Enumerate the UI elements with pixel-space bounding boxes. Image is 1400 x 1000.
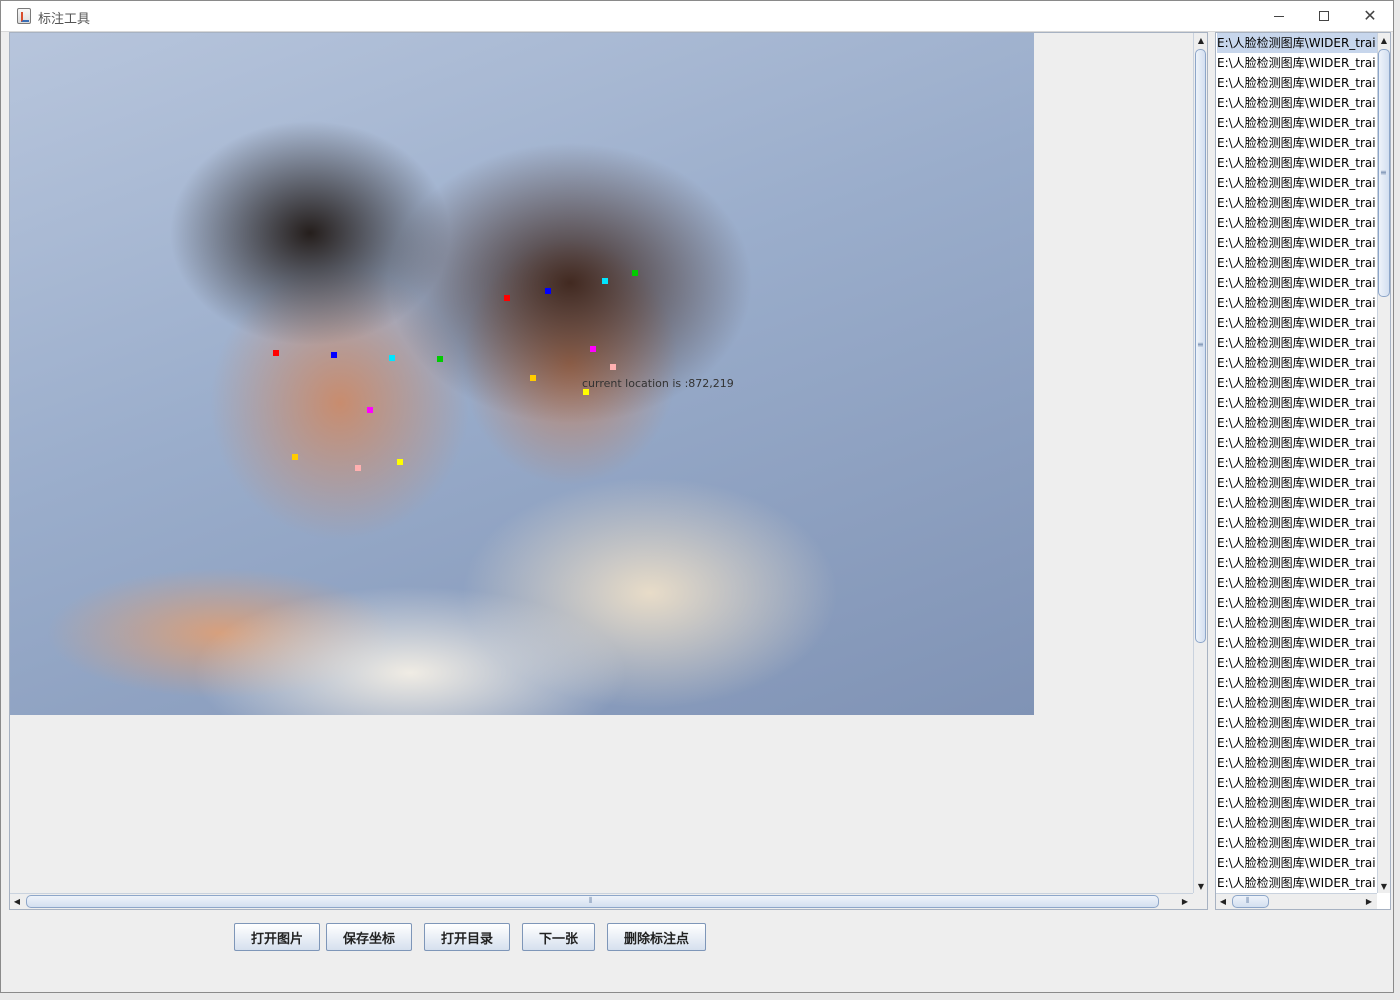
file-list-item[interactable]: E:\人脸检测图库\WIDER_trai xyxy=(1217,713,1377,733)
file-list-item[interactable]: E:\人脸检测图库\WIDER_trai xyxy=(1217,193,1377,213)
close-button[interactable]: ✕ xyxy=(1347,1,1393,31)
landmark-point[interactable] xyxy=(602,278,608,284)
file-list-item[interactable]: E:\人脸检测图库\WIDER_trai xyxy=(1217,533,1377,553)
file-list-item[interactable]: E:\人脸检测图库\WIDER_trai xyxy=(1217,673,1377,693)
file-list-item[interactable]: E:\人脸检测图库\WIDER_trai xyxy=(1217,573,1377,593)
landmark-point[interactable] xyxy=(504,295,510,301)
landmark-point[interactable] xyxy=(437,356,443,362)
file-list-item[interactable]: E:\人脸检测图库\WIDER_trai xyxy=(1217,593,1377,613)
file-list-item[interactable]: E:\人脸检测图库\WIDER_trai xyxy=(1217,373,1377,393)
file-list-item[interactable]: E:\人脸检测图库\WIDER_trai xyxy=(1217,853,1377,873)
open-directory-button[interactable]: 打开目录 xyxy=(424,923,510,951)
file-list-item[interactable]: E:\人脸检测图库\WIDER_trai xyxy=(1217,53,1377,73)
landmark-point[interactable] xyxy=(632,270,638,276)
landmark-point[interactable] xyxy=(355,465,361,471)
landmark-point[interactable] xyxy=(397,459,403,465)
file-list-item[interactable]: E:\人脸检测图库\WIDER_trai xyxy=(1217,33,1377,53)
file-list-item[interactable]: E:\人脸检测图库\WIDER_trai xyxy=(1217,493,1377,513)
file-list-item[interactable]: E:\人脸检测图库\WIDER_trai xyxy=(1217,613,1377,633)
file-list-item[interactable]: E:\人脸检测图库\WIDER_trai xyxy=(1217,553,1377,573)
landmark-point[interactable] xyxy=(590,346,596,352)
file-list-item[interactable]: E:\人脸检测图库\WIDER_trai xyxy=(1217,293,1377,313)
title-bar: 标注工具 ✕ xyxy=(1,1,1393,32)
landmark-point[interactable] xyxy=(367,407,373,413)
annotated-photo[interactable]: current location is :872,219 xyxy=(10,33,1034,715)
cursor-location-label: current location is :872,219 xyxy=(582,377,734,390)
maximize-icon xyxy=(1319,11,1329,21)
window-title: 标注工具 xyxy=(38,12,91,27)
file-list[interactable]: E:\人脸检测图库\WIDER_trai E:\人脸检测图库\WIDER_trai… xyxy=(1215,32,1391,910)
landmark-point[interactable] xyxy=(530,375,536,381)
close-icon: ✕ xyxy=(1363,6,1377,25)
file-list-item[interactable]: E:\人脸检测图库\WIDER_trai xyxy=(1217,513,1377,533)
file-list-item[interactable]: E:\人脸检测图库\WIDER_trai xyxy=(1217,813,1377,833)
file-list-item[interactable]: E:\人脸检测图库\WIDER_trai xyxy=(1217,733,1377,753)
scroll-left-icon[interactable]: ◀ xyxy=(10,894,24,908)
file-list-item[interactable]: E:\人脸检测图库\WIDER_trai xyxy=(1217,433,1377,453)
landmark-point[interactable] xyxy=(583,389,589,395)
open-image-button[interactable]: 打开图片 xyxy=(234,923,320,951)
file-list-item[interactable]: E:\人脸检测图库\WIDER_trai xyxy=(1217,773,1377,793)
minimize-icon xyxy=(1274,15,1284,17)
delete-keypoints-button[interactable]: 删除标注点 xyxy=(607,923,706,951)
file-list-item[interactable]: E:\人脸检测图库\WIDER_trai xyxy=(1217,233,1377,253)
file-list-item[interactable]: E:\人脸检测图库\WIDER_trai xyxy=(1217,393,1377,413)
grip-icon: ⦀ xyxy=(589,896,593,905)
annotation-tool-window: 标注工具 ✕ current location is :872,219 ▲ ≡ … xyxy=(0,0,1394,993)
file-list-item[interactable]: E:\人脸检测图库\WIDER_trai xyxy=(1217,453,1377,473)
file-list-item[interactable]: E:\人脸检测图库\WIDER_trai xyxy=(1217,353,1377,373)
java-app-icon xyxy=(17,8,31,24)
image-vertical-scrollbar[interactable]: ▲ ≡ ▼ xyxy=(1193,33,1207,893)
file-list-item[interactable]: E:\人脸检测图库\WIDER_trai xyxy=(1217,333,1377,353)
landmark-point[interactable] xyxy=(389,355,395,361)
save-coordinates-button[interactable]: 保存坐标 xyxy=(326,923,412,951)
scroll-up-icon[interactable]: ▲ xyxy=(1194,33,1208,47)
image-scroll-pane[interactable]: current location is :872,219 ▲ ≡ ▼ ◀ ⦀ ▶ xyxy=(9,32,1208,910)
file-list-item[interactable]: E:\人脸检测图库\WIDER_trai xyxy=(1217,93,1377,113)
scroll-right-icon[interactable]: ▶ xyxy=(1178,894,1192,908)
file-list-item[interactable]: E:\人脸检测图库\WIDER_trai xyxy=(1217,873,1377,893)
grip-icon: ≡ xyxy=(1197,340,1204,349)
file-list-item[interactable]: E:\人脸检测图库\WIDER_trai xyxy=(1217,693,1377,713)
file-list-item[interactable]: E:\人脸检测图库\WIDER_trai xyxy=(1217,413,1377,433)
scroll-right-icon[interactable]: ▶ xyxy=(1362,894,1376,908)
scroll-down-icon[interactable]: ▼ xyxy=(1378,879,1390,893)
file-list-item[interactable]: E:\人脸检测图库\WIDER_trai xyxy=(1217,753,1377,773)
landmark-point[interactable] xyxy=(273,350,279,356)
next-image-button[interactable]: 下一张 xyxy=(522,923,595,951)
file-list-item[interactable]: E:\人脸检测图库\WIDER_trai xyxy=(1217,313,1377,333)
grip-icon: ≡ xyxy=(1380,168,1387,177)
minimize-button[interactable] xyxy=(1256,1,1302,31)
file-list-item[interactable]: E:\人脸检测图库\WIDER_trai xyxy=(1217,173,1377,193)
landmark-point[interactable] xyxy=(292,454,298,460)
landmark-point[interactable] xyxy=(545,288,551,294)
image-horizontal-scroll-thumb[interactable]: ⦀ xyxy=(26,895,1159,908)
file-list-item[interactable]: E:\人脸检测图库\WIDER_trai xyxy=(1217,633,1377,653)
file-list-item[interactable]: E:\人脸检测图库\WIDER_trai xyxy=(1217,253,1377,273)
file-list-vertical-scrollbar[interactable]: ▲ ≡ ▼ xyxy=(1377,33,1390,893)
file-list-item[interactable]: E:\人脸检测图库\WIDER_trai xyxy=(1217,653,1377,673)
file-list-vertical-scroll-thumb[interactable]: ≡ xyxy=(1378,49,1390,297)
file-list-item[interactable]: E:\人脸检测图库\WIDER_trai xyxy=(1217,153,1377,173)
scroll-up-icon[interactable]: ▲ xyxy=(1378,33,1390,47)
landmark-point[interactable] xyxy=(331,352,337,358)
landmark-point[interactable] xyxy=(610,364,616,370)
file-list-horizontal-scrollbar[interactable]: ◀ ⦀ ▶ xyxy=(1216,893,1377,909)
image-vertical-scroll-thumb[interactable]: ≡ xyxy=(1195,49,1206,643)
file-list-item[interactable]: E:\人脸检测图库\WIDER_trai xyxy=(1217,833,1377,853)
scroll-down-icon[interactable]: ▼ xyxy=(1194,879,1208,893)
file-list-item[interactable]: E:\人脸检测图库\WIDER_trai xyxy=(1217,473,1377,493)
file-list-item[interactable]: E:\人脸检测图库\WIDER_trai xyxy=(1217,133,1377,153)
file-list-item[interactable]: E:\人脸检测图库\WIDER_trai xyxy=(1217,113,1377,133)
maximize-button[interactable] xyxy=(1301,1,1347,31)
file-list-item[interactable]: E:\人脸检测图库\WIDER_trai xyxy=(1217,273,1377,293)
file-list-item[interactable]: E:\人脸检测图库\WIDER_trai xyxy=(1217,73,1377,93)
file-list-item[interactable]: E:\人脸检测图库\WIDER_trai xyxy=(1217,213,1377,233)
file-list-item[interactable]: E:\人脸检测图库\WIDER_trai xyxy=(1217,793,1377,813)
image-horizontal-scrollbar[interactable]: ◀ ⦀ ▶ xyxy=(10,893,1193,909)
scroll-left-icon[interactable]: ◀ xyxy=(1216,894,1230,908)
file-list-horizontal-scroll-thumb[interactable]: ⦀ xyxy=(1232,895,1269,908)
grip-icon: ⦀ xyxy=(1246,896,1250,905)
